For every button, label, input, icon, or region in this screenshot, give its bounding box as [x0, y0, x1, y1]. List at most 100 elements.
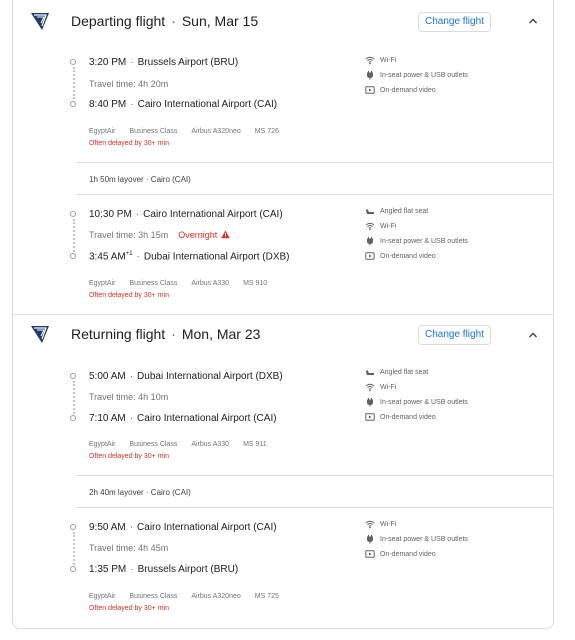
travel-time: Travel time: 4h 45m	[89, 543, 169, 553]
departing-date: Sun, Mar 15	[181, 13, 259, 29]
wifi-icon	[365, 383, 375, 392]
departure-stop: 10:30 PM · Cairo International Airport (CA…	[89, 209, 283, 220]
departing-header: Departing flight · Sun, Mar 15	[71, 13, 258, 29]
amenity-video: On-demand video	[365, 84, 436, 96]
amenity-label: On-demand video	[380, 413, 436, 421]
airline: EgyptAir	[89, 593, 116, 600]
departure-dot	[70, 211, 76, 217]
amenity-power: In-seat power & USB outlets	[365, 533, 468, 545]
power-plug-icon	[367, 398, 373, 407]
returning-title: Returning flight	[71, 326, 166, 342]
arrival-airport: Dubai International Airport (DXB)	[143, 251, 290, 263]
change-departing-flight-button[interactable]: Change flight	[418, 12, 491, 32]
divider	[76, 194, 553, 195]
route-line	[73, 67, 75, 99]
arrival-time: 3:45 AM	[89, 251, 126, 263]
departure-dot	[70, 373, 76, 379]
chevron-up-icon[interactable]	[527, 329, 539, 341]
video-icon	[365, 252, 375, 260]
airline: EgyptAir	[89, 128, 116, 135]
egyptair-logo-icon	[31, 326, 49, 343]
amenity-video: On-demand video	[365, 548, 436, 560]
wifi-icon	[365, 56, 375, 65]
arrival-stop: 3:45 AM+1 · Dubai International Airport (D…	[89, 251, 290, 262]
bullet: ·	[129, 413, 134, 424]
wifi-icon	[365, 520, 375, 529]
flight-details: EgyptAir Business Class Airbus A320neo MS 7…	[89, 128, 293, 135]
bullet: ·	[130, 564, 134, 575]
aircraft: Airbus A330	[191, 280, 230, 287]
divider	[76, 475, 553, 476]
amenity-label: Wi-Fi	[380, 56, 397, 64]
seat-icon	[366, 208, 374, 214]
airline: EgyptAir	[89, 441, 116, 448]
cabin-class: Business Class	[129, 441, 178, 448]
arrival-time: 1:35 PM	[89, 564, 127, 575]
departure-stop: 5:00 AM · Dubai International Airport (DXB…	[89, 371, 283, 382]
power-plug-icon	[367, 237, 373, 246]
aircraft: Airbus A330	[191, 441, 230, 448]
amenity-label: Angled flat seat	[380, 207, 429, 215]
amenity-wifi: Wi-Fi	[365, 54, 396, 66]
power-plug-icon	[367, 535, 373, 544]
travel-time: Travel time: 4h 10m	[89, 392, 169, 402]
travel-time-row: Travel time: 3h 15m Overnight	[89, 230, 230, 240]
delay-warning: Often delayed by 30+ min	[89, 453, 169, 460]
arrival-dot	[70, 101, 76, 107]
departure-airport: Cairo International Airport (CAI)	[143, 209, 283, 220]
divider	[76, 162, 553, 163]
video-icon	[365, 86, 375, 94]
amenity-video: On-demand video	[365, 411, 436, 423]
departure-dot	[70, 59, 76, 65]
departure-time: 5:00 AM	[89, 371, 126, 382]
wifi-icon	[365, 222, 375, 231]
video-icon	[365, 550, 375, 558]
day-offset: +1	[125, 251, 133, 257]
amenity-label: On-demand video	[380, 550, 436, 558]
departure-stop: 3:20 PM · Brussels Airport (BRU)	[89, 57, 238, 68]
layover-info: 1h 50m layover · Cairo (CAI)	[89, 175, 191, 184]
amenity-power: In-seat power & USB outlets	[365, 69, 468, 81]
arrival-time: 8:40 PM	[89, 99, 127, 110]
amenity-label: Wi-Fi	[380, 383, 397, 391]
cabin-class: Business Class	[129, 128, 178, 135]
departure-dot	[70, 524, 76, 530]
amenity-label: In-seat power & USB outlets	[380, 237, 468, 245]
returning-date: Mon, Mar 23	[181, 326, 261, 342]
amenity-seat: Angled flat seat	[365, 205, 428, 217]
departure-airport: Brussels Airport (BRU)	[137, 57, 239, 68]
cabin-class: Business Class	[129, 593, 178, 600]
change-returning-flight-button[interactable]: Change flight	[418, 325, 491, 345]
departure-time: 10:30 PM	[89, 209, 132, 220]
amenity-wifi: Wi-Fi	[365, 518, 396, 530]
amenity-label: In-seat power & USB outlets	[380, 71, 468, 79]
travel-time: Travel time: 4h 20m	[89, 79, 169, 89]
route-line	[73, 532, 75, 565]
departure-stop: 9:50 AM · Cairo International Airport (CAI…	[89, 522, 277, 533]
amenity-wifi: Wi-Fi	[365, 381, 396, 393]
delay-warning: Often delayed by 30+ min	[89, 292, 169, 299]
aircraft: Airbus A320neo	[191, 593, 241, 600]
aircraft: Airbus A320neo	[191, 128, 241, 135]
returning-header: Returning flight · Mon, Mar 23	[71, 326, 260, 342]
amenity-power: In-seat power & USB outlets	[365, 396, 468, 408]
airline: EgyptAir	[89, 280, 116, 287]
amenity-label: In-seat power & USB outlets	[380, 398, 468, 406]
bullet: ·	[129, 371, 134, 382]
amenity-power: In-seat power & USB outlets	[365, 235, 468, 247]
amenity-label: On-demand video	[380, 86, 436, 94]
egyptair-logo-icon	[31, 13, 49, 30]
arrival-airport: Cairo International Airport (CAI)	[137, 413, 277, 424]
header-separator: ·	[171, 326, 176, 342]
arrival-dot	[70, 253, 76, 259]
bullet: ·	[130, 99, 134, 110]
chevron-up-icon[interactable]	[527, 15, 539, 27]
departure-airport: Cairo International Airport (CAI)	[137, 522, 277, 533]
route-line	[73, 219, 75, 252]
amenity-wifi: Wi-Fi	[365, 220, 396, 232]
bullet: ·	[129, 522, 134, 533]
arrival-time: 7:10 AM	[89, 413, 126, 424]
amenity-label: Wi-Fi	[380, 520, 397, 528]
arrival-airport: Brussels Airport (BRU)	[137, 564, 239, 575]
amenity-video: On-demand video	[365, 250, 436, 262]
